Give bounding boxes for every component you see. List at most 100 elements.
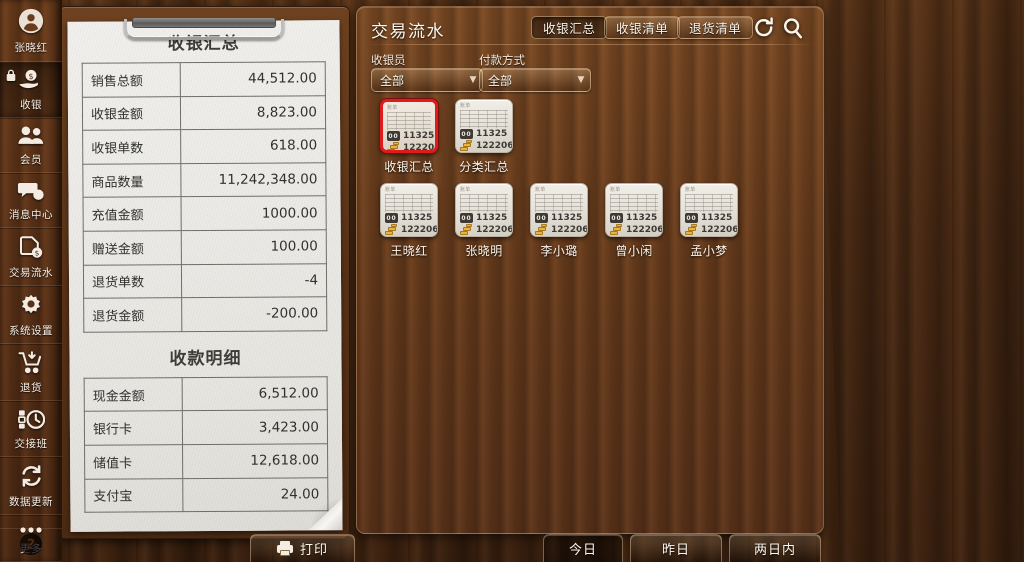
row-value: 11,242,348.00 — [180, 162, 327, 198]
user-avatar-icon — [18, 8, 44, 37]
report-clipboard: 收银汇总 销售总额 44,512.00 收银金额 8,823.00 收银单数 6… — [58, 6, 350, 539]
row-key: 商品数量 — [82, 163, 182, 198]
sidebar-item-label: 数据更新 — [9, 496, 53, 508]
sidebar-item-label: 收银 — [20, 99, 42, 111]
chevron-down-icon: ▼ — [577, 75, 585, 85]
list-item[interactable]: 账单 00 11325 122206 曾小闲 — [596, 183, 672, 259]
card-label: 王晓红 — [390, 244, 428, 258]
sidebar-item-system-settings[interactable]: 系统设置 — [0, 286, 62, 344]
sidebar-item-shift-handover[interactable]: 交接班 — [0, 401, 62, 457]
thumb-amount-row: 122206 — [460, 140, 512, 151]
thumb-count-row: 00 11325 — [460, 129, 512, 139]
card-label: 分类汇总 — [459, 160, 509, 174]
thumb-count-row: 00 11325 — [385, 213, 437, 223]
sidebar-item-returns[interactable]: 退货 — [0, 344, 62, 401]
thumb-grid-lines — [460, 110, 508, 128]
thumb-caption: 账单 — [460, 187, 471, 193]
coins-icon — [385, 224, 398, 235]
row-key: 储值卡 — [84, 444, 183, 479]
row-value: 6,512.00 — [182, 376, 328, 411]
print-button[interactable]: 打印 — [250, 534, 355, 562]
sync-refresh-icon — [19, 464, 44, 491]
report-section2-title: 收款明细 — [169, 348, 242, 369]
page-title: 交易流水 — [371, 22, 445, 42]
row-key: 赠送金额 — [83, 230, 182, 265]
sidebar-user-profile[interactable]: 张晓红 — [0, 0, 62, 62]
range-today-button[interactable]: 今日 — [543, 534, 623, 562]
list-item[interactable]: 账单 00 11325 122206 王晓红 — [371, 183, 447, 259]
table-row: 支付宝 24.00 — [84, 477, 328, 513]
sidebar-item-cashier[interactable]: $ 收银 — [0, 62, 62, 118]
row-value: -4 — [181, 263, 327, 298]
cashier-select-value: 全部 — [380, 73, 405, 88]
list-item[interactable]: 账单 00 11325 122206 张晓明 — [446, 183, 522, 259]
range-two-days-button[interactable]: 两日内 — [729, 534, 821, 562]
sidebar-item-label: 交接班 — [14, 438, 48, 450]
thumb-grid-lines — [460, 194, 508, 212]
sidebar-item-members[interactable]: 会员 — [0, 118, 62, 173]
row-value: -200.00 — [181, 296, 327, 332]
refresh-icon[interactable] — [753, 17, 775, 39]
coins-icon — [387, 142, 400, 150]
receipt-count-icon: 00 — [385, 213, 398, 223]
thumb-caption: 账单 — [535, 187, 546, 193]
thumb-grid-lines — [685, 194, 733, 212]
sidebar: 张晓红 $ 收银 会员 消息中心 $ 交易流水 系统设置 退货 交接班 数据更新… — [0, 0, 62, 562]
table-row: 退货单数 -4 — [83, 263, 327, 299]
thumb-grid-lines — [385, 194, 433, 212]
print-button-label: 打印 — [299, 543, 328, 558]
thumb-count-row: 00 11325 — [387, 131, 435, 141]
thumb-count: 11325 — [476, 129, 508, 139]
list-item[interactable]: 账单 00 11325 122206 李小璐 — [521, 183, 597, 259]
thumb-caption: 账单 — [460, 103, 471, 109]
thumb-grid-lines — [387, 112, 431, 130]
thumb-grid-lines — [535, 194, 583, 212]
range-yesterday-button[interactable]: 昨日 — [630, 534, 722, 562]
sidebar-item-data-update[interactable]: 数据更新 — [0, 457, 62, 515]
row-key: 现金金额 — [84, 377, 183, 412]
filter-label-payment: 付款方式 — [479, 53, 525, 67]
sidebar-item-message-center[interactable]: 消息中心 — [0, 173, 62, 228]
row-key: 银行卡 — [84, 410, 183, 446]
table-row: 储值卡 12,618.00 — [84, 443, 328, 479]
thumb-amount-row: 122206 — [685, 224, 737, 235]
list-item[interactable]: 账单 00 11325 122206 孟小梦 — [671, 183, 747, 259]
transaction-doc-icon: $ — [19, 235, 44, 262]
row-key: 收银金额 — [82, 96, 181, 131]
row-key: 收银单数 — [82, 129, 181, 165]
list-item[interactable]: 账单 00 11325 122206 收银汇总 — [371, 99, 447, 175]
row-key: 支付宝 — [84, 478, 183, 513]
cash-hand-icon: $ — [18, 69, 44, 94]
tab-return-list[interactable]: 退货清单 — [677, 16, 754, 39]
coins-icon — [610, 224, 623, 235]
receipt-thumbnail: 账单 00 11325 122206 — [380, 183, 438, 237]
thumb-caption: 账单 — [685, 187, 696, 193]
receipt-count-icon: 00 — [387, 131, 400, 141]
svg-text:?: ? — [27, 537, 35, 553]
thumb-caption: 账单 — [385, 187, 396, 193]
sidebar-user-name: 张晓红 — [14, 42, 48, 54]
thumb-amount: 122206 — [626, 224, 663, 235]
transaction-panel: 交易流水 收银汇总 收银清单 退货清单 收银员 付款方式 全部 ▼ 全部 ▼ 账… — [356, 6, 824, 534]
cashier-select[interactable]: 全部 ▼ — [371, 68, 483, 92]
members-icon — [17, 125, 45, 149]
sidebar-item-help[interactable]: ? — [0, 528, 62, 562]
table-row: 退货金额 -200.00 — [83, 296, 327, 332]
tab-cashier-summary[interactable]: 收银汇总 — [531, 16, 608, 39]
thumb-amount: 122206 — [401, 224, 438, 235]
sidebar-item-label: 会员 — [20, 154, 42, 166]
list-item[interactable]: 账单 00 11325 122206 分类汇总 — [446, 99, 522, 175]
thumb-amount-row: 122206 — [387, 142, 435, 150]
payment-method-select[interactable]: 全部 ▼ — [479, 68, 591, 92]
receipt-count-icon: 00 — [610, 213, 623, 223]
table-row: 现金金额 6,512.00 — [84, 376, 328, 412]
row-key: 销售总额 — [82, 62, 181, 97]
tab-cashier-list[interactable]: 收银清单 — [604, 16, 681, 39]
search-icon[interactable] — [782, 17, 804, 39]
help-question-icon: ? — [19, 532, 43, 560]
thumb-amount-row: 122206 — [610, 224, 663, 235]
row-value: 24.00 — [182, 477, 328, 512]
sidebar-item-transactions[interactable]: $ 交易流水 — [0, 228, 62, 286]
receipt-thumbnail: 账单 00 11325 122206 — [455, 183, 513, 237]
return-cart-icon — [18, 351, 44, 377]
